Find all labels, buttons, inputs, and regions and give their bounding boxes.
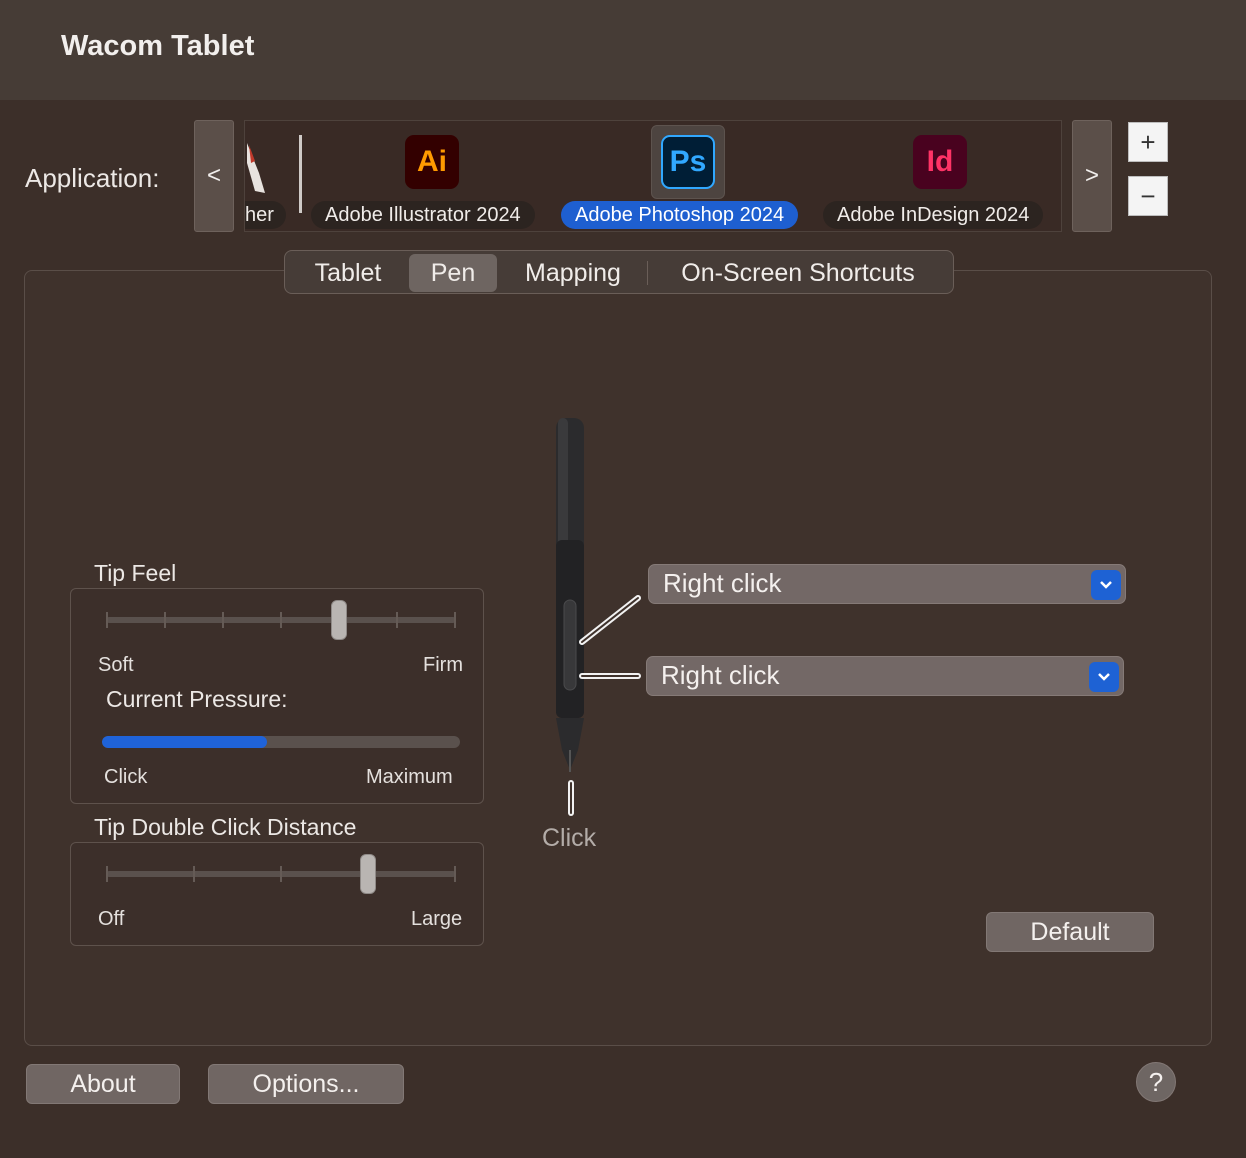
tab-mapping[interactable]: Mapping — [507, 254, 639, 292]
pen-button-connectors — [579, 595, 641, 679]
app-item-indesign[interactable]: Id Adobe InDesign 2024 — [823, 121, 1061, 231]
pressure-max-label: Maximum — [366, 766, 453, 788]
app-item-photoshop[interactable]: Ps Adobe Photoshop 2024 — [561, 121, 821, 231]
slider-tick — [280, 612, 282, 628]
default-button[interactable]: Default — [986, 912, 1154, 952]
app-scroll-prev-button[interactable]: < — [194, 120, 234, 232]
chevron-down-icon — [1089, 662, 1119, 692]
tip-feel-title: Tip Feel — [94, 560, 177, 586]
options-button[interactable]: Options... — [208, 1064, 404, 1104]
tab-on-screen-shortcuts[interactable]: On-Screen Shortcuts — [657, 254, 939, 292]
window-title: Wacom Tablet — [61, 30, 255, 62]
chevron-down-icon — [1091, 570, 1121, 600]
slider-tick — [280, 866, 282, 882]
current-pressure-fill — [102, 736, 267, 748]
slider-tick — [106, 612, 108, 628]
lower-side-button-value: Right click — [661, 660, 780, 690]
double-click-slider-knob[interactable] — [360, 854, 376, 894]
app-item-name: her — [245, 201, 286, 229]
current-pressure-bar — [102, 736, 460, 748]
help-button[interactable]: ? — [1136, 1062, 1176, 1102]
slider-tick — [454, 612, 456, 628]
lower-side-button-dropdown[interactable]: Right click — [646, 656, 1124, 696]
upper-side-button-dropdown[interactable]: Right click — [648, 564, 1126, 604]
app-item-name: Adobe InDesign 2024 — [823, 201, 1044, 229]
tip-feel-max-label: Firm — [423, 654, 463, 676]
app-item-illustrator[interactable]: Ai Adobe Illustrator 2024 — [311, 121, 551, 231]
tab-bar: Tablet Pen Mapping On-Screen Shortcuts — [284, 250, 954, 294]
illustrator-icon: Ai — [405, 135, 459, 189]
current-pressure-label: Current Pressure: — [106, 686, 288, 712]
pressure-min-label: Click — [104, 766, 148, 788]
double-click-max-label: Large — [411, 908, 463, 930]
double-click-distance-title: Tip Double Click Distance — [94, 814, 357, 840]
list-divider — [299, 135, 302, 213]
indesign-icon: Id — [913, 135, 967, 189]
tip-feel-slider-knob[interactable] — [331, 600, 347, 640]
pen-tip-connector — [568, 780, 574, 816]
slider-tick — [222, 612, 224, 628]
application-label: Application: — [25, 163, 160, 193]
remove-application-button[interactable]: − — [1128, 176, 1168, 216]
about-button[interactable]: About — [26, 1064, 180, 1104]
slider-tick — [164, 612, 166, 628]
tab-pen[interactable]: Pen — [409, 254, 497, 292]
app-item-name: Adobe Photoshop 2024 — [561, 201, 799, 229]
app-item-name: Adobe Illustrator 2024 — [311, 201, 535, 229]
pen-cursor-icon — [247, 143, 265, 193]
slider-tick — [193, 866, 195, 882]
tab-tablet[interactable]: Tablet — [293, 254, 403, 292]
slider-tick — [106, 866, 108, 882]
slider-tick — [454, 866, 456, 882]
tip-feel-min-label: Soft — [98, 654, 134, 676]
upper-side-button-value: Right click — [663, 568, 782, 598]
application-list: her Ai Adobe Illustrator 2024 Ps Adobe P… — [244, 120, 1062, 232]
pen-tip-function-label[interactable]: Click — [542, 824, 596, 853]
app-scroll-next-button[interactable]: > — [1072, 120, 1112, 232]
double-click-min-label: Off — [98, 908, 125, 930]
add-application-button[interactable]: + — [1128, 122, 1168, 162]
slider-tick — [396, 612, 398, 628]
photoshop-icon: Ps — [661, 135, 715, 189]
tab-separator — [647, 261, 648, 285]
app-item-partial[interactable]: her — [245, 121, 305, 231]
title-bar: Wacom Tablet — [0, 0, 1246, 100]
